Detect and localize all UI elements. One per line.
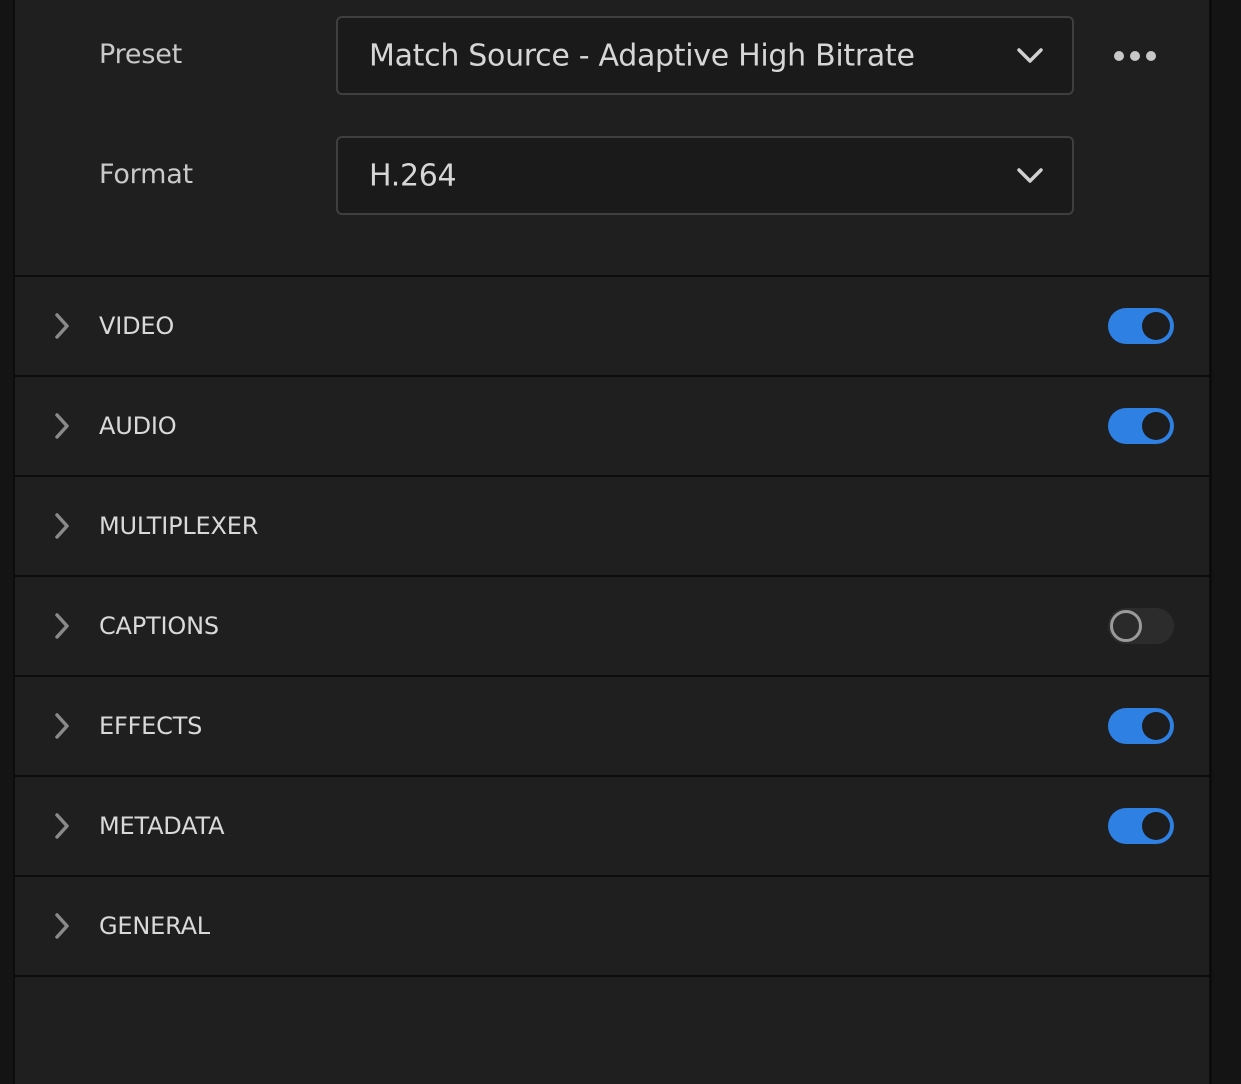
chevron-down-icon — [1017, 47, 1043, 63]
preset-format-block: Preset Match Source - Adaptive High Bitr… — [15, 0, 1209, 275]
more-options-icon[interactable] — [1111, 40, 1159, 72]
chevron-right-icon — [55, 913, 69, 939]
toggle-knob — [1110, 610, 1142, 642]
section-video[interactable]: VIDEO — [15, 275, 1209, 375]
format-dropdown[interactable]: H.264 — [336, 136, 1074, 215]
section-title-effects: EFFECTS — [99, 712, 203, 740]
section-general[interactable]: GENERAL — [15, 875, 1209, 975]
toggle-knob — [1142, 412, 1170, 440]
divider — [15, 975, 1209, 977]
chevron-right-icon — [55, 713, 69, 739]
toggle-effects[interactable] — [1108, 708, 1174, 744]
chevron-right-icon — [55, 413, 69, 439]
preset-label: Preset — [99, 39, 182, 70]
section-metadata[interactable]: METADATA — [15, 775, 1209, 875]
section-effects[interactable]: EFFECTS — [15, 675, 1209, 775]
format-label: Format — [99, 159, 193, 190]
toggle-metadata[interactable] — [1108, 808, 1174, 844]
toggle-video[interactable] — [1108, 308, 1174, 344]
format-value: H.264 — [369, 158, 457, 193]
section-multiplexer[interactable]: MULTIPLEXER — [15, 475, 1209, 575]
chevron-right-icon — [55, 613, 69, 639]
chevron-right-icon — [55, 813, 69, 839]
section-title-multiplexer: MULTIPLEXER — [99, 512, 259, 540]
section-audio[interactable]: AUDIO — [15, 375, 1209, 475]
toggle-knob — [1142, 312, 1170, 340]
section-title-captions: CAPTIONS — [99, 612, 219, 640]
chevron-down-icon — [1017, 167, 1043, 183]
chevron-right-icon — [55, 313, 69, 339]
toggle-audio[interactable] — [1108, 408, 1174, 444]
preset-value: Match Source - Adaptive High Bitrate — [369, 38, 915, 73]
section-title-metadata: METADATA — [99, 812, 225, 840]
section-title-general: GENERAL — [99, 912, 210, 940]
preset-dropdown[interactable]: Match Source - Adaptive High Bitrate — [336, 16, 1074, 95]
section-title-video: VIDEO — [99, 312, 175, 340]
section-captions[interactable]: CAPTIONS — [15, 575, 1209, 675]
toggle-knob — [1142, 812, 1170, 840]
toggle-knob — [1142, 712, 1170, 740]
toggle-captions[interactable] — [1108, 608, 1174, 644]
export-settings-panel: Preset Match Source - Adaptive High Bitr… — [13, 0, 1212, 1084]
chevron-right-icon — [55, 513, 69, 539]
section-title-audio: AUDIO — [99, 412, 177, 440]
